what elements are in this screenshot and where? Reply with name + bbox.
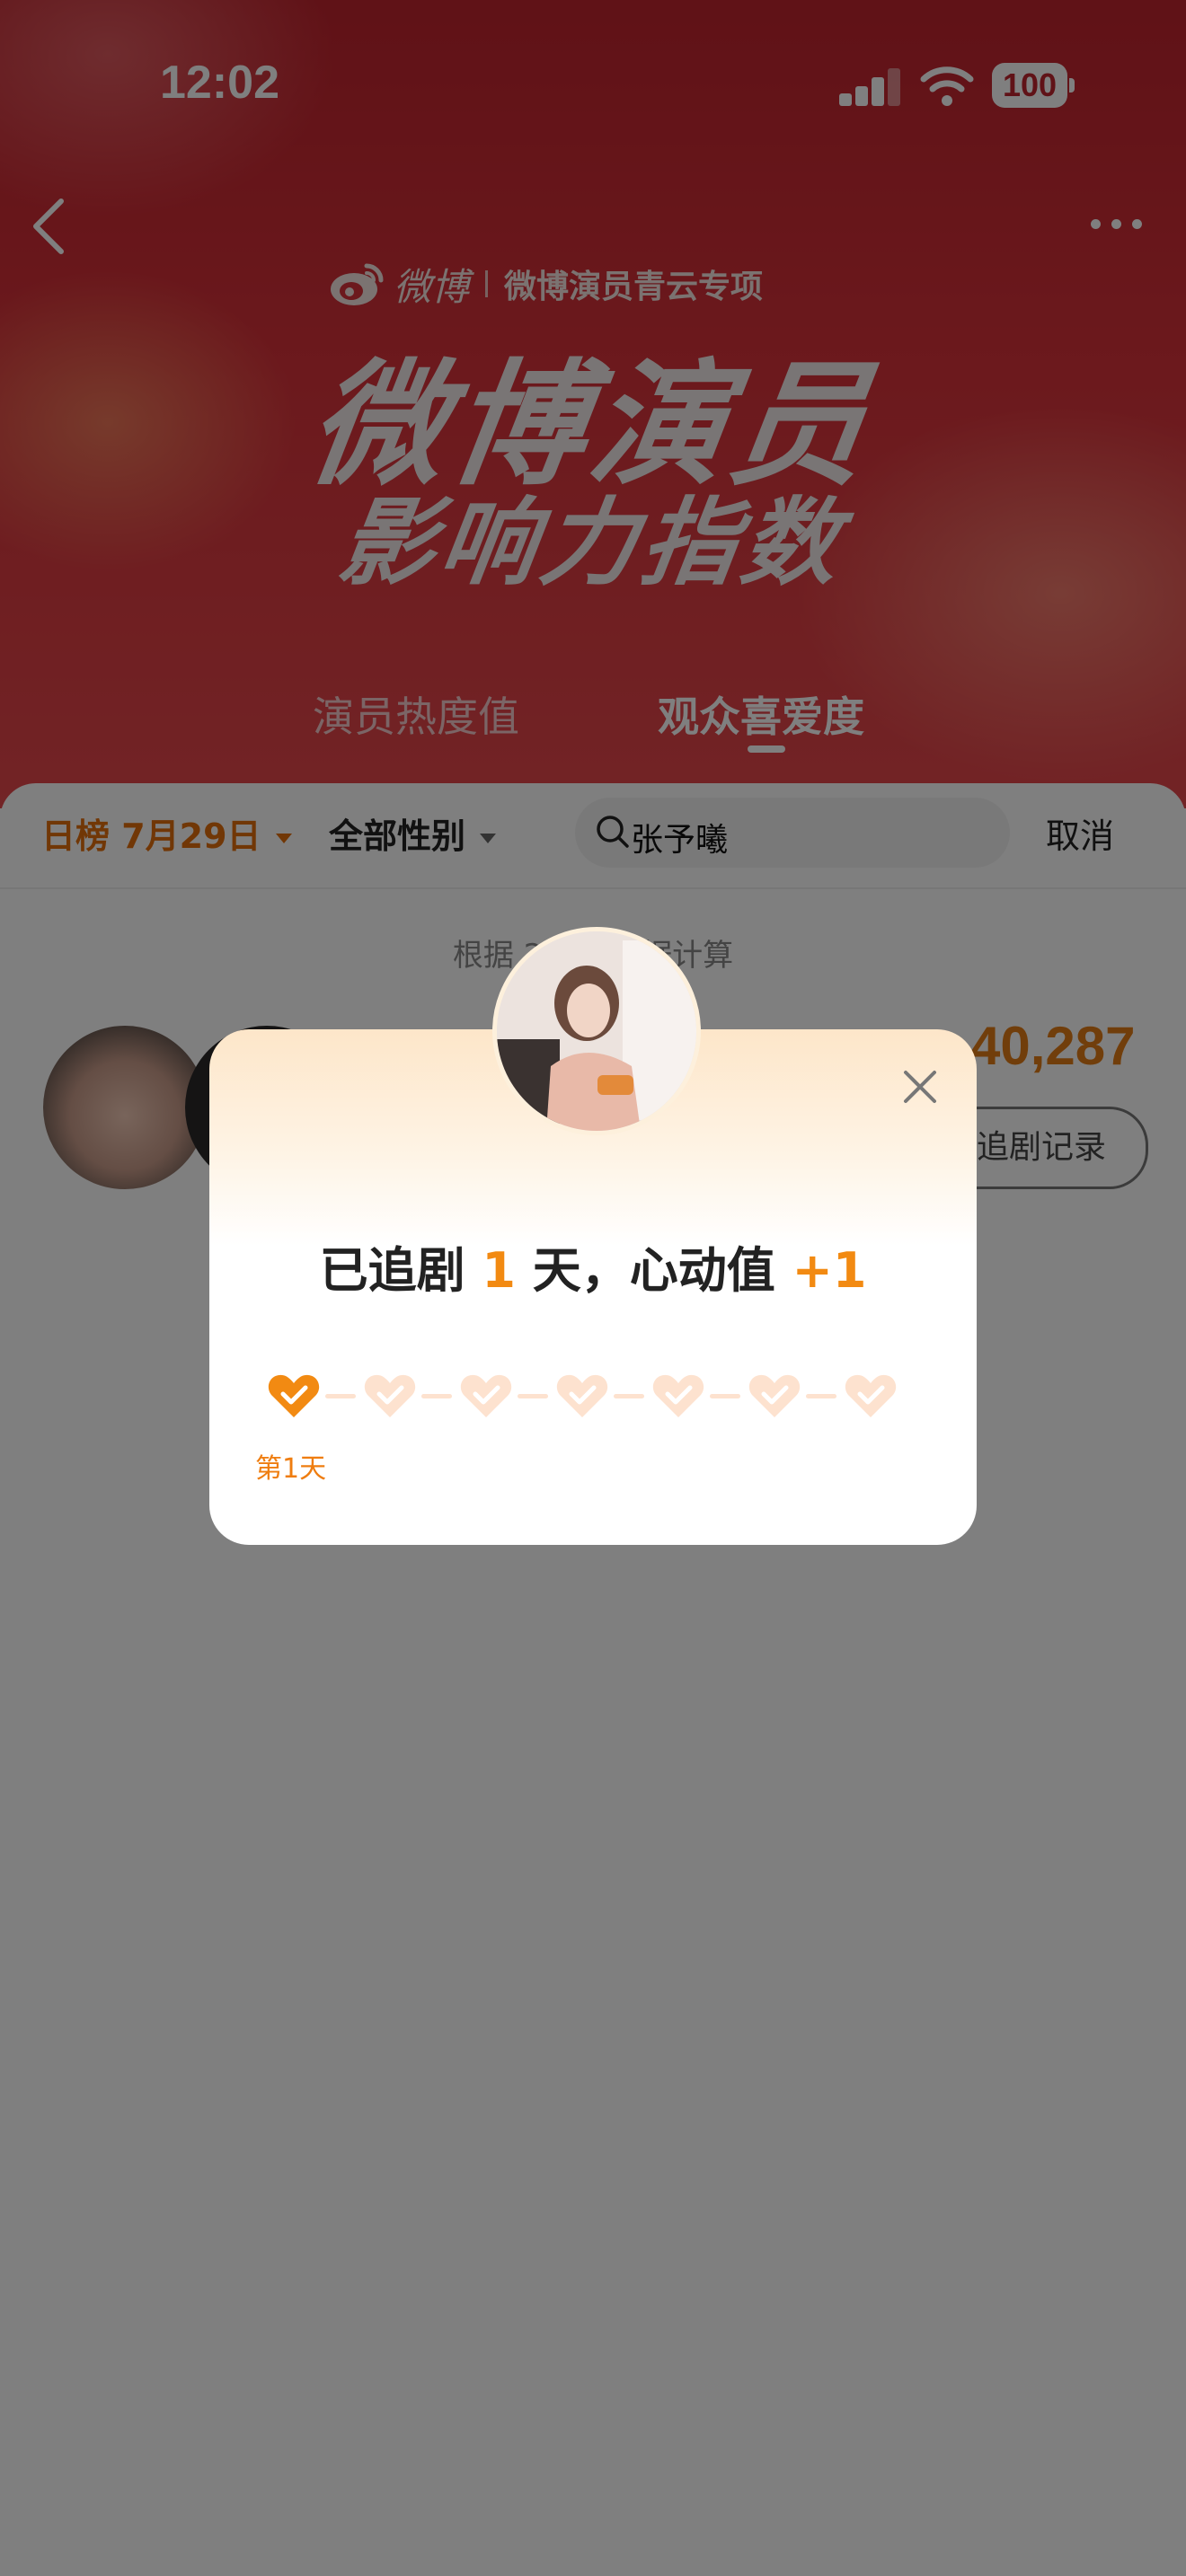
progress-connector bbox=[710, 1394, 740, 1398]
checkin-progress bbox=[266, 1371, 904, 1421]
close-icon[interactable] bbox=[900, 1067, 940, 1107]
day-heart-icon bbox=[460, 1374, 512, 1417]
day-heart-icon bbox=[364, 1374, 416, 1417]
actor-photo bbox=[497, 931, 696, 1131]
popup-bonus: +1 bbox=[792, 1242, 867, 1299]
popup-days-count: 1 bbox=[482, 1242, 516, 1299]
progress-connector bbox=[614, 1394, 644, 1398]
day-heart-icon bbox=[845, 1374, 897, 1417]
day-heart-icon bbox=[556, 1374, 608, 1417]
popup-message: 已追剧 1 天，心动值 +1 bbox=[209, 1231, 977, 1301]
day-label: 第1天 bbox=[255, 1453, 327, 1485]
progress-connector bbox=[325, 1394, 356, 1398]
progress-connector bbox=[421, 1394, 452, 1398]
popup-text-mid: 天，心动值 bbox=[532, 1242, 775, 1299]
popup-actor-avatar bbox=[492, 927, 701, 1135]
day-heart-icon bbox=[652, 1374, 704, 1417]
progress-connector bbox=[518, 1394, 548, 1398]
day-heart-icon bbox=[268, 1374, 320, 1417]
popup-text-prefix: 已追剧 bbox=[319, 1242, 465, 1299]
day-heart-icon bbox=[748, 1374, 801, 1417]
progress-connector bbox=[806, 1394, 836, 1398]
